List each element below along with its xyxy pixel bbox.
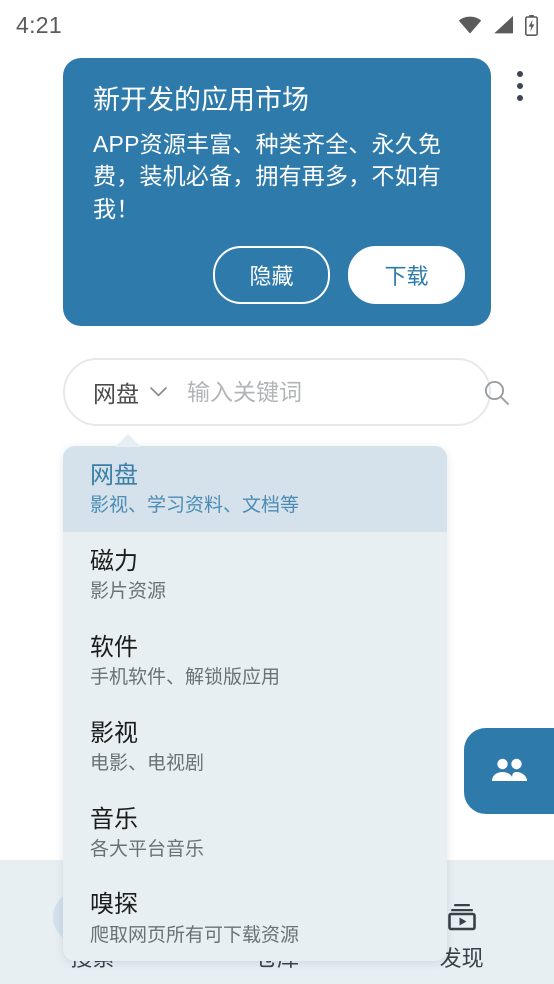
dropdown-item-name: 影视 [90,719,138,747]
dropdown-tail [115,434,141,447]
status-time: 4:21 [16,11,62,38]
hide-button[interactable]: 隐藏 [213,245,330,304]
search-bar[interactable]: 网盘 [63,358,509,426]
dropdown-item[interactable]: 嗅探 爬取网页所有可下载资源 [63,875,447,961]
dropdown-item-desc: 手机软件、解锁版应用 [90,666,281,688]
dropdown-item-name: 音乐 [90,805,138,833]
dropdown-item-name: 软件 [90,633,138,661]
promo-banner: 新开发的应用市场 APP资源丰富、种类齐全、永久免费，装机必备，拥有再多，不如有… [63,58,491,326]
dropdown-item-desc: 电影、电视剧 [90,752,205,774]
search-category-label[interactable]: 网盘 [93,375,139,409]
search-icon[interactable] [483,379,510,406]
banner-description: APP资源丰富、种类齐全、永久免费，装机必备，拥有再多，不如有我！ [93,130,442,223]
dropdown-item[interactable]: 影视 电影、电视剧 [63,704,447,790]
subscriptions-video-icon [447,904,476,931]
cellular-signal-icon [494,16,513,34]
dropdown-item-desc: 影视、学习资料、文档等 [90,495,300,517]
status-icons [458,14,538,36]
chevron-down-icon[interactable] [150,387,167,397]
dropdown-item-desc: 爬取网页所有可下载资源 [90,924,300,946]
wifi-icon [458,16,482,34]
more-vertical-icon [517,71,523,77]
more-vertical-icon-dot [517,83,523,89]
more-vertical-icon-dot [517,95,523,101]
battery-charging-icon [525,14,538,36]
dropdown-item-name: 网盘 [90,462,138,489]
status-bar: 4:21 [0,0,554,50]
group-fab-button[interactable] [464,728,554,814]
dropdown-item-name: 嗅探 [90,891,138,919]
search-input[interactable] [187,378,483,406]
banner-actions: 隐藏 下载 [93,245,465,304]
dropdown-item-name: 磁力 [90,547,138,575]
people-group-icon [492,758,527,781]
dropdown-item[interactable]: 软件 手机软件、解锁版应用 [63,618,447,704]
dropdown-item-desc: 各大平台音乐 [90,838,205,860]
category-dropdown: 网盘 影视、学习资料、文档等 磁力 影片资源 软件 手机软件、解锁版应用 影视 … [63,446,447,962]
app-root: 4:21 新开发的应用市场 APP资源丰富、种类齐全、永久免费，装机必备，拥有再… [0,0,554,984]
dropdown-item[interactable]: 磁力 影片资源 [63,532,447,618]
dropdown-item[interactable]: 网盘 影视、学习资料、文档等 [63,446,447,532]
banner-title: 新开发的应用市场 [93,85,309,115]
dropdown-item-desc: 影片资源 [90,581,167,603]
more-options-button[interactable] [503,60,537,112]
dropdown-item[interactable]: 音乐 各大平台音乐 [63,790,447,876]
download-button[interactable]: 下载 [348,245,465,304]
